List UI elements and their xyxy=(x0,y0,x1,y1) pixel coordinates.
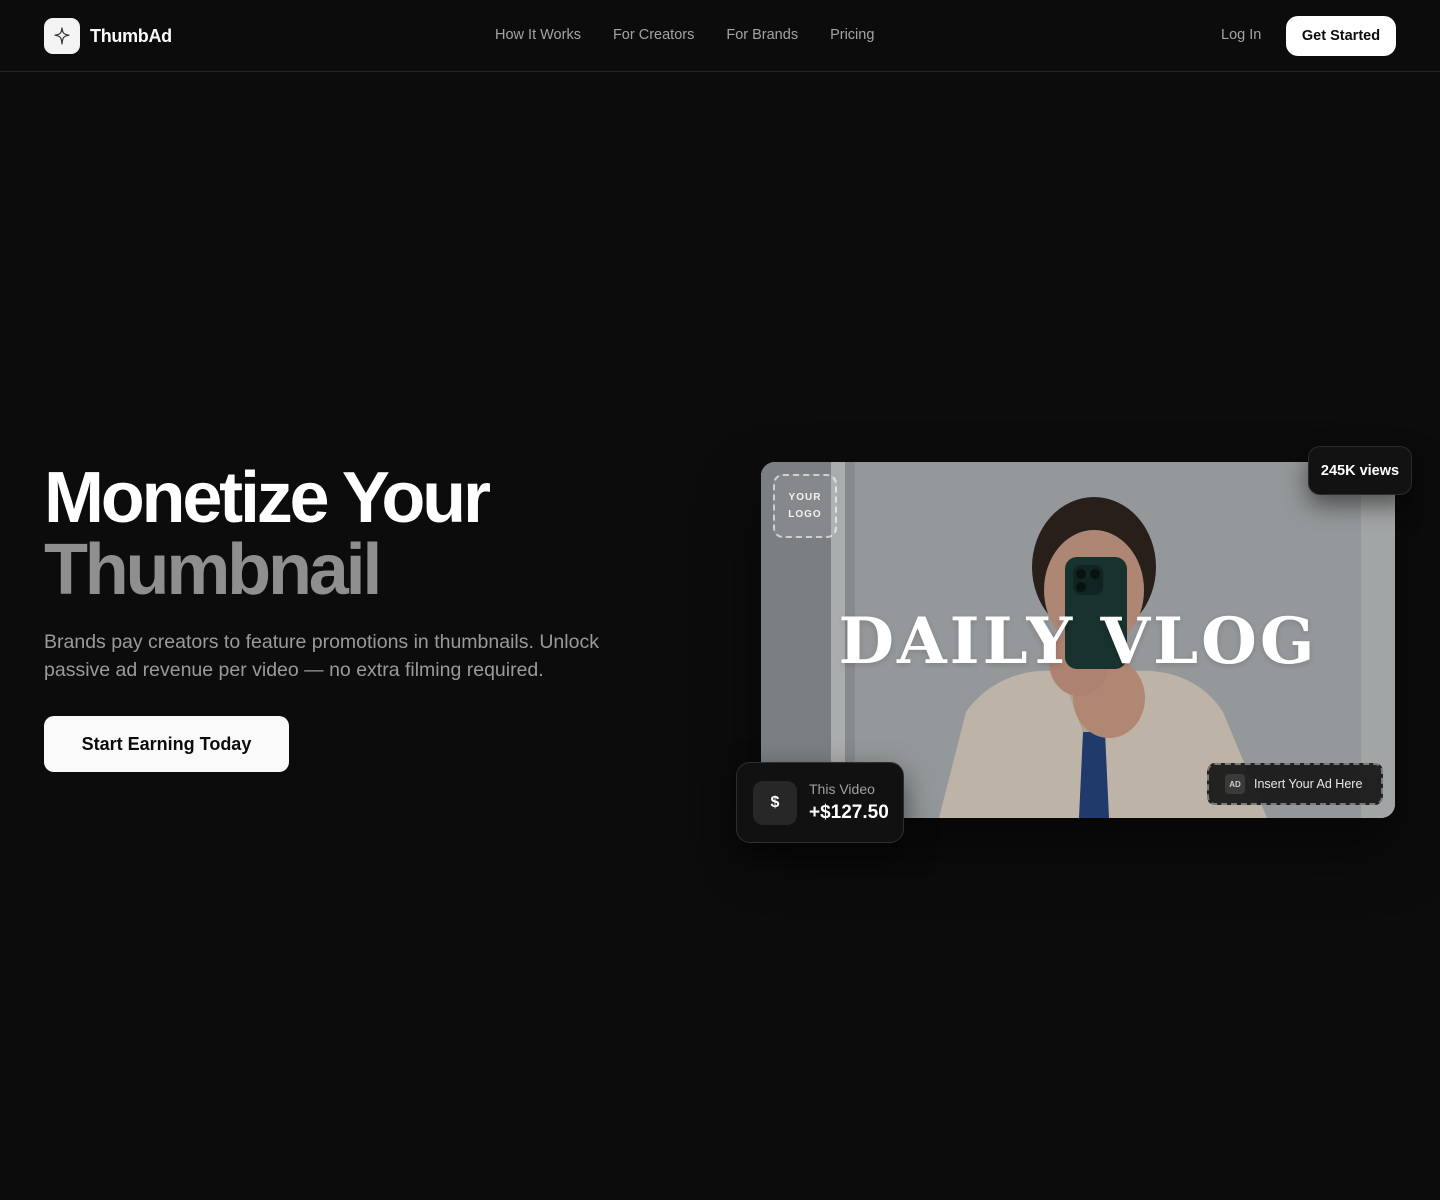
logo-placeholder[interactable]: YOUR LOGO xyxy=(773,474,837,538)
hero-title-line2: Thumbnail xyxy=(44,530,382,610)
nav-link-pricing[interactable]: Pricing xyxy=(830,27,874,43)
nav-links: How It Works For Creators For Brands Pri… xyxy=(495,27,874,43)
thumbnail-title: DAILY VLOG xyxy=(838,604,1318,679)
logo-placeholder-line2: LOGO xyxy=(788,509,822,520)
start-earning-button[interactable]: Start Earning Today xyxy=(44,716,289,772)
earnings-label: This Video xyxy=(809,781,875,797)
nav-link-for-creators[interactable]: For Creators xyxy=(613,27,694,43)
top-nav: ThumbAd How It Works For Creators For Br… xyxy=(0,0,1440,72)
hero-title: Monetize Your Thumbnail xyxy=(44,462,491,606)
dollar-icon: $ xyxy=(753,781,797,825)
ad-placeholder[interactable]: AD Insert Your Ad Here xyxy=(1207,763,1383,805)
earnings-value: +$127.50 xyxy=(809,802,889,823)
nav-link-how-it-works[interactable]: How It Works xyxy=(495,27,581,43)
hero-title-line1: Monetize Your xyxy=(44,458,491,538)
hero-subtitle: Brands pay creators to feature promotion… xyxy=(44,631,599,681)
logo-placeholder-line1: YOUR xyxy=(788,492,822,503)
get-started-button[interactable]: Get Started xyxy=(1286,16,1396,56)
views-badge: 245K views xyxy=(1308,446,1412,495)
ad-badge: AD xyxy=(1225,774,1245,794)
login-link[interactable]: Log In xyxy=(1221,27,1261,43)
brand-name: ThumbAd xyxy=(90,25,172,46)
plus-sparkle-icon xyxy=(44,18,80,54)
earnings-card: $ This Video +$127.50 xyxy=(736,762,904,843)
ad-placeholder-label: Insert Your Ad Here xyxy=(1254,777,1363,791)
nav-link-for-brands[interactable]: For Brands xyxy=(726,27,798,43)
brand-logo[interactable]: ThumbAd xyxy=(44,18,172,54)
